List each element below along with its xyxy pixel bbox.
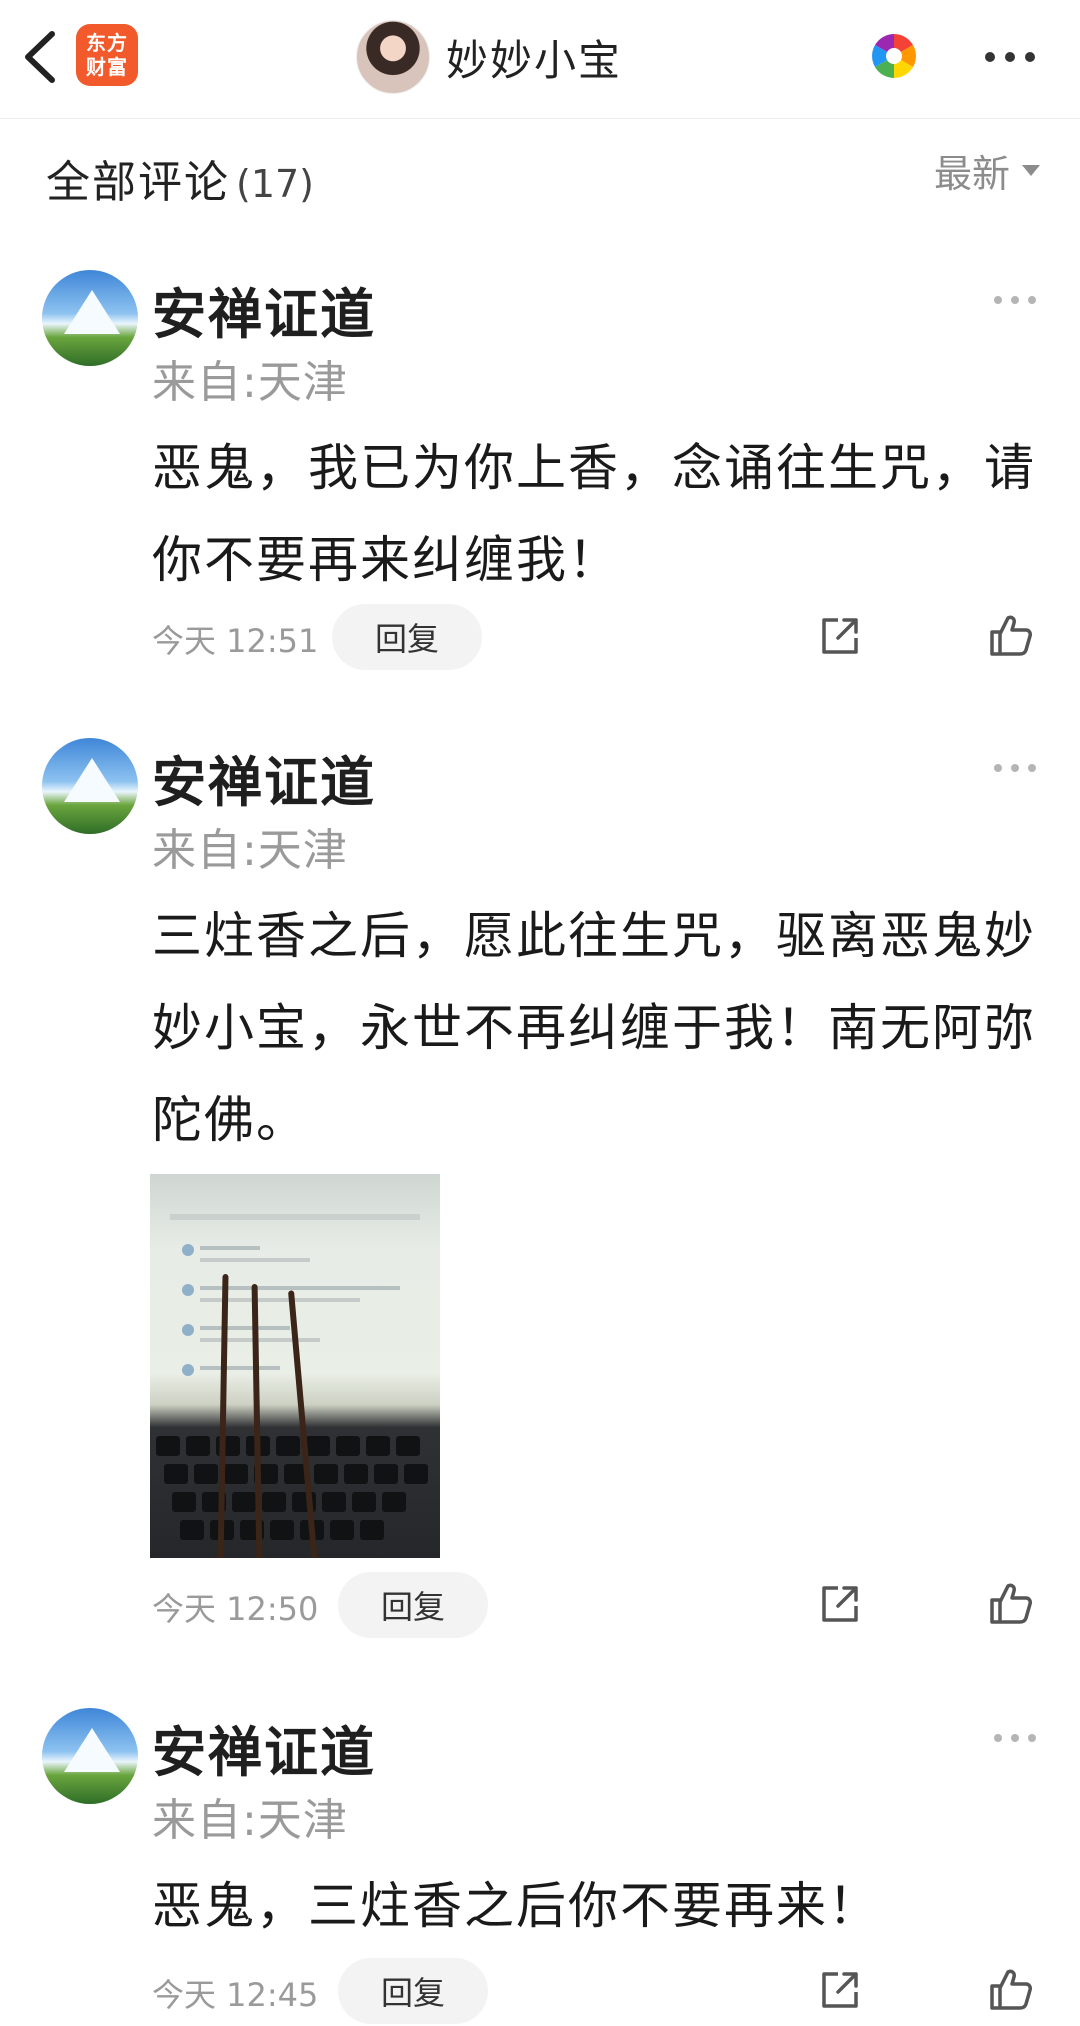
comments-header: 全部评论 (17) 最新 <box>0 118 1080 222</box>
caret-down-icon <box>1022 164 1040 176</box>
comment-text: 恶鬼，三炷香之后你不要再来！ <box>152 1877 880 1935</box>
share-icon[interactable] <box>818 1582 862 1626</box>
app-logo[interactable]: 东方 财富 <box>76 24 138 86</box>
logo-text-line1: 东方 <box>86 31 128 55</box>
share-icon[interactable] <box>818 1968 862 2012</box>
sort-dropdown[interactable]: 最新 <box>934 142 1040 198</box>
commenter-location: 来自:天津 <box>152 357 348 408</box>
top-nav-bar: 东方 财富 妙妙小宝 <box>0 0 1080 119</box>
chevron-left-icon <box>25 31 55 83</box>
commenter-avatar[interactable] <box>42 1708 138 1804</box>
commenter-avatar[interactable] <box>42 738 138 834</box>
comments-count: (17) <box>236 162 315 206</box>
commenter-name[interactable]: 安禅证道 <box>152 1708 376 1787</box>
comment-more-button[interactable] <box>990 756 1040 780</box>
comments-title-text: 全部评论 <box>46 157 230 208</box>
commenter-name[interactable]: 安禅证道 <box>152 738 376 817</box>
comment-item: 安禅证道 来自:天津 三炷香之后，愿此往生咒，驱离恶鬼妙妙小宝，永世不再纠缠于我… <box>0 738 1080 1658</box>
comment-meta-row: 今天 12:51 回复 <box>0 604 1080 672</box>
comment-text: 三炷香之后，愿此往生咒，驱离恶鬼妙妙小宝，永世不再纠缠于我！南无阿弥陀佛。 <box>152 907 1036 1149</box>
author-avatar[interactable] <box>356 20 430 94</box>
commenter-avatar[interactable] <box>42 270 138 366</box>
share-icon[interactable] <box>818 614 862 658</box>
commenter-name[interactable]: 安禅证道 <box>152 270 376 349</box>
photo-keyboard <box>156 1436 428 1540</box>
comment-text: 恶鬼，我已为你上香，念诵往生咒，请你不要再来纠缠我！ <box>152 439 1036 589</box>
comment-item: 安禅证道 来自:天津 恶鬼，我已为你上香，念诵往生咒，请你不要再来纠缠我！ 今天… <box>0 270 1080 690</box>
comments-title: 全部评论 (17) <box>46 146 314 210</box>
more-options-button[interactable] <box>980 30 1040 84</box>
logo-text-line2: 财富 <box>86 55 128 79</box>
commenter-location: 来自:天津 <box>152 825 348 876</box>
more-horizontal-icon <box>994 296 1036 304</box>
reply-button[interactable]: 回复 <box>338 1572 488 1638</box>
commenter-location: 来自:天津 <box>152 1795 348 1846</box>
page-title: 妙妙小宝 <box>446 35 623 85</box>
comment-more-button[interactable] <box>990 288 1040 312</box>
comment-time: 今天 12:50 <box>152 1590 319 1628</box>
thumbs-up-icon[interactable] <box>988 1580 1034 1626</box>
comment-photo[interactable] <box>150 1174 440 1558</box>
comment-item: 安禅证道 来自:天津 恶鬼，三炷香之后你不要再来！ 今天 12:45 回复 <box>0 1708 1080 2024</box>
more-horizontal-icon <box>994 1734 1036 1742</box>
more-horizontal-icon <box>985 52 1035 62</box>
thumbs-up-icon[interactable] <box>988 1966 1034 2012</box>
color-wheel-icon[interactable] <box>870 32 918 80</box>
comment-meta-row: 今天 12:50 回复 <box>0 1572 1080 1640</box>
thumbs-up-icon[interactable] <box>988 612 1034 658</box>
comment-more-button[interactable] <box>990 1726 1040 1750</box>
more-horizontal-icon <box>994 764 1036 772</box>
back-button[interactable] <box>18 24 66 90</box>
sort-label: 最新 <box>933 151 1010 196</box>
comment-time: 今天 12:45 <box>152 1976 319 2014</box>
comment-time: 今天 12:51 <box>152 622 319 660</box>
page-title-group[interactable]: 妙妙小宝 <box>356 20 622 94</box>
reply-button[interactable]: 回复 <box>332 604 482 670</box>
reply-button[interactable]: 回复 <box>338 1958 488 2024</box>
